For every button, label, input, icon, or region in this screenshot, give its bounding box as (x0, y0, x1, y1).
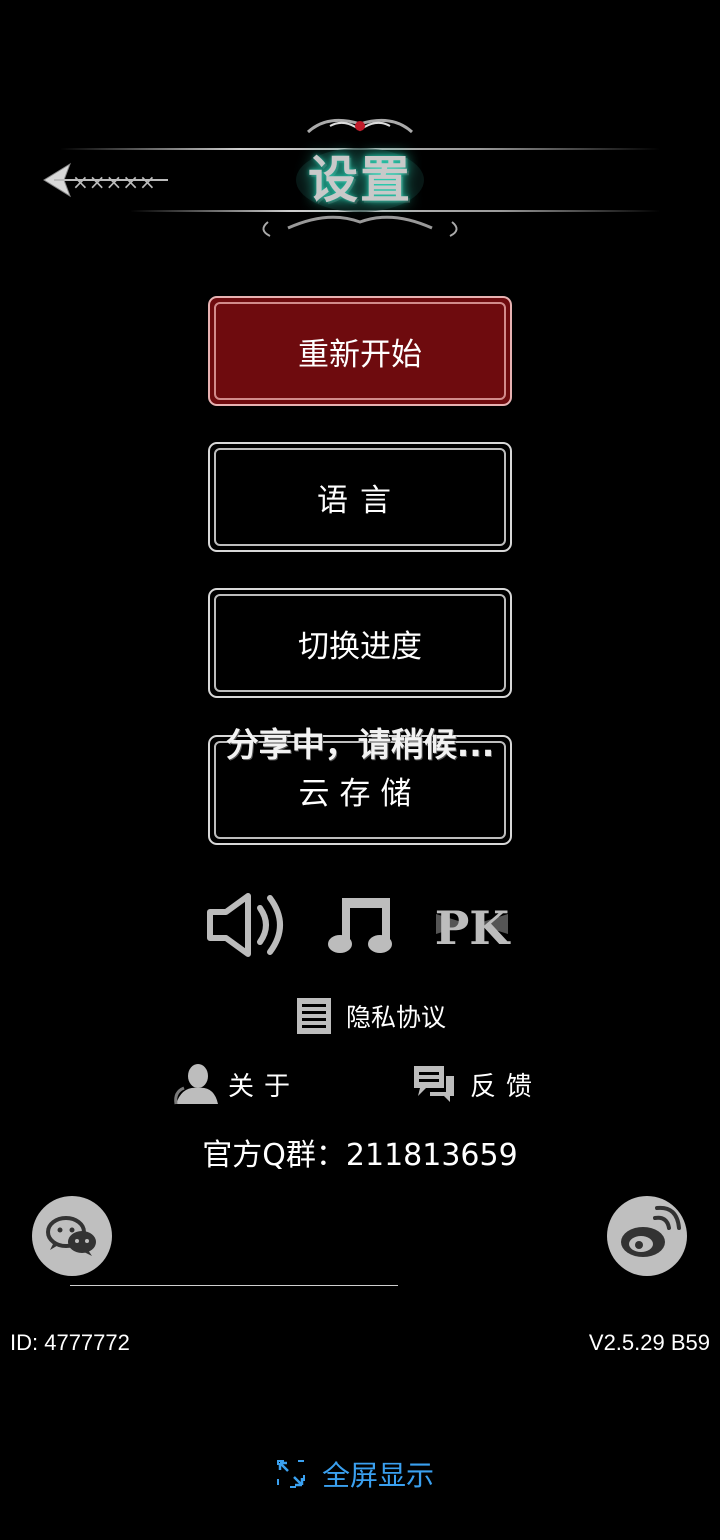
qq-group-text: 官方Q群：211813659 (202, 1138, 518, 1173)
music-toggle[interactable] (326, 894, 396, 956)
document-icon (297, 998, 331, 1034)
feedback-link[interactable]: 反馈 (412, 1062, 542, 1106)
pk-icon: PK (435, 901, 512, 955)
page-title: 设置 (308, 151, 412, 209)
weibo-share-button[interactable] (607, 1196, 687, 1276)
feedback-label: 反馈 (470, 1071, 543, 1102)
chat-bubbles-icon (414, 1066, 454, 1102)
version-text: V2.5.29 B59 (588, 1330, 710, 1355)
switch-progress-button[interactable]: 切换进度 (208, 588, 512, 698)
cloud-storage-button[interactable]: 云存储 (208, 735, 512, 845)
privacy-link[interactable]: 隐私协议 (296, 996, 446, 1036)
user-id-text: ID: 4777772 (10, 1330, 130, 1355)
privacy-label: 隐私协议 (346, 1003, 447, 1032)
speaker-icon (207, 893, 283, 957)
divider (70, 1285, 398, 1286)
header: ××××× 设置 (0, 110, 720, 250)
fullscreen-label: 全屏显示 (322, 1459, 435, 1492)
music-note-icon (328, 898, 392, 953)
restart-button[interactable]: 重新开始 (208, 296, 512, 406)
language-button[interactable]: 语言 (208, 442, 512, 552)
weibo-icon (621, 1205, 681, 1257)
expand-icon (277, 1460, 305, 1488)
sound-toggle[interactable] (204, 890, 292, 960)
about-label: 关于 (228, 1071, 301, 1102)
user-icon (174, 1064, 218, 1105)
pk-toggle[interactable]: PK (432, 894, 512, 956)
wechat-share-button[interactable] (32, 1196, 112, 1276)
svg-text:PK: PK (435, 901, 512, 955)
wechat-icon (46, 1216, 96, 1256)
about-link[interactable]: 关于 (172, 1062, 300, 1106)
fullscreen-button[interactable]: 全屏显示 (276, 1452, 434, 1496)
